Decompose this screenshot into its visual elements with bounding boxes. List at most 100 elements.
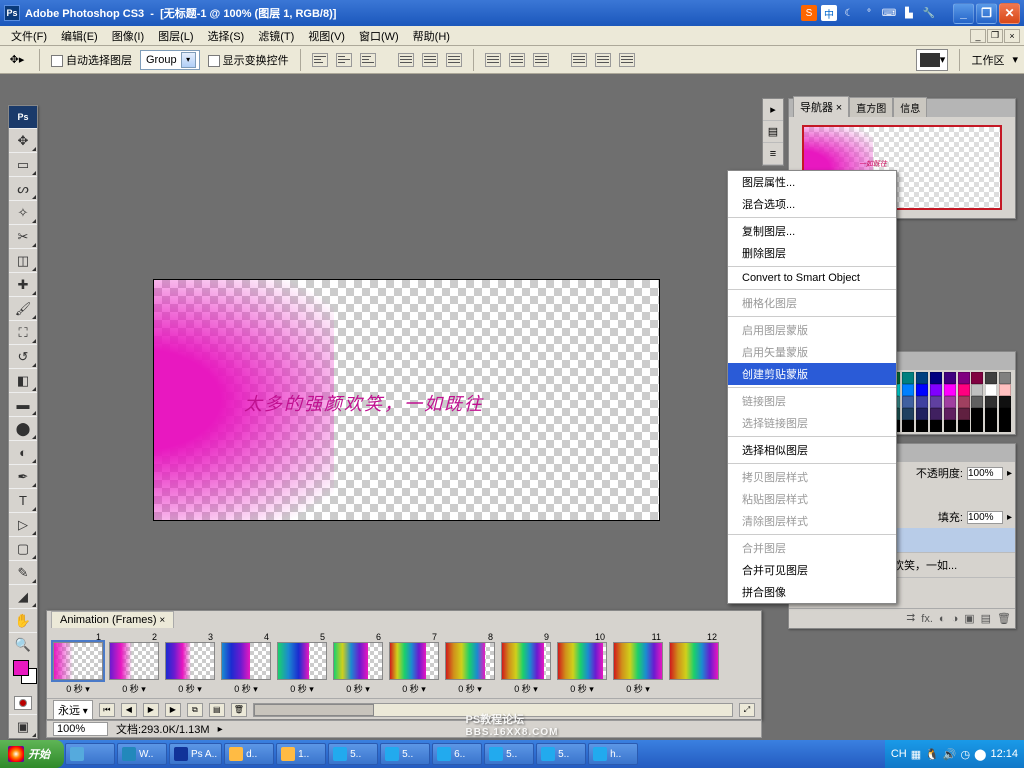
distribute-1-icon[interactable] (485, 53, 501, 67)
swatch[interactable] (958, 408, 970, 420)
tab-close-icon[interactable]: × (836, 102, 842, 114)
swatch[interactable] (930, 396, 942, 408)
sogou-icon[interactable]: S (801, 5, 817, 21)
animation-frame[interactable]: 110 秒 ▾ (613, 632, 663, 695)
swatch[interactable] (916, 384, 928, 396)
swatch[interactable] (916, 420, 928, 432)
ime-icon[interactable]: 中 (821, 5, 837, 21)
context-menu-item[interactable]: 创建剪贴蒙版 (728, 363, 896, 385)
loop-select[interactable]: 永远 ▾ (53, 700, 93, 720)
align-right-icon[interactable] (446, 53, 462, 67)
menu-help[interactable]: 帮助(H) (406, 26, 457, 46)
context-menu-item[interactable]: 混合选项... (728, 193, 896, 215)
taskbar-button[interactable]: 5.. (380, 743, 430, 765)
animation-frame[interactable]: 12 (669, 632, 719, 682)
swatch[interactable] (944, 396, 956, 408)
zoom-input[interactable]: 100% (53, 722, 108, 736)
stamp-tool[interactable]: ⛶ (9, 320, 37, 344)
delete-frame-button[interactable]: 🗑 (231, 703, 247, 717)
swatch[interactable] (999, 396, 1011, 408)
opacity-input[interactable] (967, 467, 1003, 480)
keyboard-icon[interactable]: ⌨ (881, 5, 897, 21)
group-combo[interactable]: Group▾ (140, 50, 200, 70)
show-transform-checkbox[interactable]: 显示变换控件 (208, 52, 289, 68)
user-icon[interactable]: ▙ (901, 5, 917, 21)
tray-icon[interactable]: ◷ (961, 748, 971, 761)
slice-tool[interactable]: ◫ (9, 248, 37, 272)
workspace-arrow-icon[interactable]: ▾ (1012, 53, 1018, 66)
maximize-button[interactable]: ❐ (976, 3, 997, 24)
menu-file[interactable]: 文件(F) (4, 26, 54, 46)
context-menu-item[interactable]: 图层属性... (728, 171, 896, 193)
taskbar-button[interactable]: 5.. (536, 743, 586, 765)
color-swatches[interactable] (9, 656, 37, 692)
menu-filter[interactable]: 滤镜(T) (251, 26, 301, 46)
swatch[interactable] (985, 372, 997, 384)
document-canvas[interactable]: 太多的强颜欢笑，一如既往 (154, 280, 659, 520)
tab-histogram[interactable]: 直方图 (849, 97, 893, 117)
eyedropper-tool[interactable]: ◢ (9, 584, 37, 608)
align-top-icon[interactable] (312, 53, 328, 67)
menu-image[interactable]: 图像(I) (105, 26, 151, 46)
swatch[interactable] (944, 372, 956, 384)
taskbar-button[interactable]: 1.. (276, 743, 326, 765)
history-brush-tool[interactable]: ↺ (9, 344, 37, 368)
context-menu-item[interactable]: Convert to Smart Object (728, 269, 896, 287)
mdi-restore[interactable]: ❐ (987, 29, 1003, 43)
quickmask-toggle[interactable] (9, 692, 37, 714)
swatch[interactable] (930, 420, 942, 432)
animation-frame[interactable]: 80 秒 ▾ (445, 632, 495, 695)
swatch[interactable] (902, 420, 914, 432)
convert-timeline-button[interactable]: ⤢ (739, 703, 755, 717)
swatch[interactable] (902, 408, 914, 420)
swatch[interactable] (985, 384, 997, 396)
trash-icon[interactable]: 🗑 (997, 612, 1011, 625)
taskbar-button[interactable]: h.. (588, 743, 638, 765)
menu-view[interactable]: 视图(V) (301, 26, 352, 46)
minimize-button[interactable]: _ (953, 3, 974, 24)
align-hcenter-icon[interactable] (422, 53, 438, 67)
swatch[interactable] (902, 372, 914, 384)
distribute-3-icon[interactable] (533, 53, 549, 67)
new-frame-button[interactable]: ▤ (209, 703, 225, 717)
swatch[interactable] (971, 408, 983, 420)
swatch[interactable] (958, 384, 970, 396)
animation-frame[interactable]: 40 秒 ▾ (221, 632, 271, 695)
auto-select-checkbox[interactable]: 自动选择图层 (51, 52, 132, 68)
tab-navigator[interactable]: 导航器 × (793, 96, 849, 117)
hand-tool[interactable]: ✋ (9, 608, 37, 632)
swatch[interactable] (944, 384, 956, 396)
tray-icon[interactable]: ▦ (911, 748, 921, 761)
tray-icon[interactable]: 🔊 (943, 748, 957, 761)
path-select-tool[interactable]: ▷ (9, 512, 37, 536)
distribute-4-icon[interactable] (571, 53, 587, 67)
collapsed-panel-expand[interactable]: ▸ (763, 99, 783, 121)
clock[interactable]: 12:14 (990, 748, 1018, 760)
fx-icon[interactable]: fx. (921, 613, 933, 625)
new-layer-icon[interactable]: ▤ (981, 612, 991, 625)
distribute-2-icon[interactable] (509, 53, 525, 67)
crop-tool[interactable]: ✂ (9, 224, 37, 248)
frames-scrollbar[interactable] (253, 703, 733, 717)
mask-icon[interactable]: ◐ (939, 613, 946, 625)
taskbar-button[interactable]: 5.. (484, 743, 534, 765)
mdi-minimize[interactable]: _ (970, 29, 986, 43)
swatch[interactable] (944, 420, 956, 432)
menu-window[interactable]: 窗口(W) (352, 26, 406, 46)
shape-tool[interactable]: ▢ (9, 536, 37, 560)
swatch[interactable] (985, 396, 997, 408)
swatch[interactable] (971, 420, 983, 432)
tween-button[interactable]: ⧉ (187, 703, 203, 717)
collapsed-panel-icon[interactable]: ▤ (763, 121, 783, 143)
adjust-icon[interactable]: ◑ (952, 613, 959, 625)
swatch[interactable] (999, 420, 1011, 432)
context-menu-item[interactable]: 选择相似图层 (728, 439, 896, 461)
wrench-icon[interactable]: 🔧 (921, 5, 937, 21)
swatch[interactable] (902, 396, 914, 408)
close-button[interactable]: ✕ (999, 3, 1020, 24)
animation-frame[interactable]: 100 秒 ▾ (557, 632, 607, 695)
taskbar-button[interactable] (65, 743, 115, 765)
heal-tool[interactable]: ✚ (9, 272, 37, 296)
align-left-icon[interactable] (398, 53, 414, 67)
swatch[interactable] (985, 420, 997, 432)
